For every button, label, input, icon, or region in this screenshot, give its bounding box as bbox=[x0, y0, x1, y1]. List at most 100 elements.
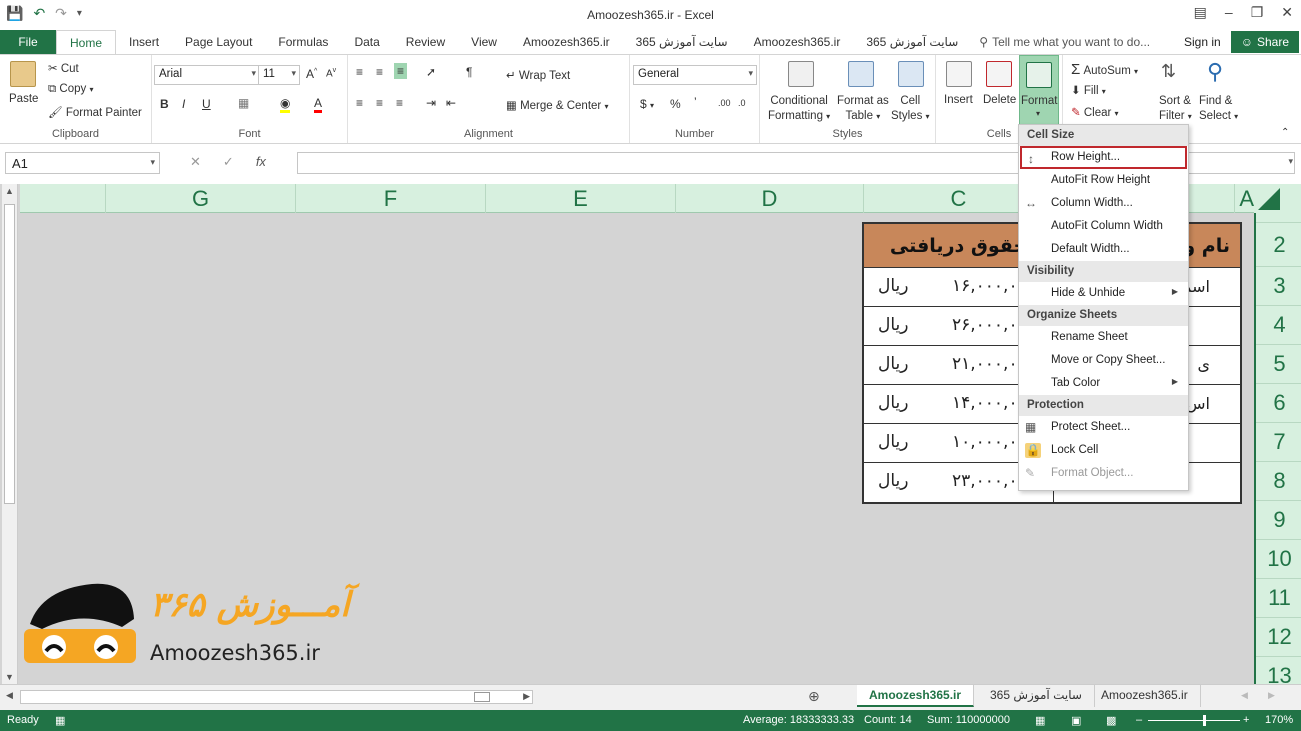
collapse-ribbon-icon[interactable]: ⌃ bbox=[1281, 127, 1289, 138]
menu-item-tab-color[interactable]: Tab Color ▶ bbox=[1019, 372, 1188, 395]
page-break-view-icon[interactable]: ▩ bbox=[1106, 714, 1116, 727]
scroll-down-icon[interactable]: ▼ bbox=[5, 672, 14, 682]
enter-icon[interactable]: ✓ bbox=[223, 154, 234, 170]
tab-custom-1[interactable]: Amoozesh365.ir bbox=[510, 30, 623, 54]
sheet-tab[interactable]: Amoozesh365.ir bbox=[1089, 685, 1201, 707]
menu-item-autofit-column-width[interactable]: AutoFit Column Width bbox=[1019, 215, 1188, 238]
column-header-d[interactable]: D bbox=[675, 184, 863, 213]
align-middle-icon[interactable]: ≡ bbox=[376, 65, 383, 79]
percent-icon[interactable]: % bbox=[670, 97, 681, 111]
fill-color-icon[interactable]: ◉ bbox=[280, 96, 291, 113]
add-sheet-icon[interactable]: ⊕ bbox=[808, 688, 820, 705]
page-layout-view-icon[interactable]: ▣ bbox=[1071, 714, 1081, 727]
tab-formulas[interactable]: Formulas bbox=[265, 30, 341, 54]
tab-custom-2[interactable]: سایت آموزش 365 bbox=[623, 30, 741, 54]
row-header[interactable]: 9 bbox=[1256, 500, 1301, 539]
paste-button[interactable]: Paste bbox=[9, 93, 38, 105]
column-header-a[interactable]: A bbox=[1234, 184, 1254, 213]
tab-insert[interactable]: Insert bbox=[116, 30, 172, 54]
italic-icon[interactable]: I bbox=[182, 97, 185, 111]
row-header[interactable]: 10 bbox=[1256, 539, 1301, 578]
orientation-icon[interactable]: ➚ bbox=[426, 65, 436, 79]
row-header[interactable]: 2 bbox=[1256, 222, 1301, 266]
row-header[interactable]: 11 bbox=[1256, 578, 1301, 617]
row-header[interactable]: 4 bbox=[1256, 305, 1301, 344]
cut-button[interactable]: ✂ Cut bbox=[48, 61, 79, 75]
tab-custom-4[interactable]: سایت آموزش 365 bbox=[853, 30, 971, 54]
sign-in-link[interactable]: Sign in bbox=[1174, 35, 1231, 49]
font-color-icon[interactable]: A bbox=[314, 96, 323, 113]
scroll-thumb[interactable] bbox=[4, 204, 15, 504]
wrap-text-button[interactable]: ↵ Wrap Text bbox=[506, 68, 570, 82]
shrink-font-icon[interactable]: Av bbox=[326, 67, 336, 79]
insert-function-icon[interactable]: fx bbox=[256, 154, 266, 170]
sheet-scroll-left-icon[interactable]: ◀ bbox=[1241, 690, 1248, 701]
font-name-select[interactable]: Arial ▾ bbox=[154, 65, 260, 85]
increase-decimal-icon[interactable]: .00 bbox=[718, 98, 731, 108]
clear-button[interactable]: ✎ Clear ▾ bbox=[1071, 105, 1119, 119]
menu-item-default-width[interactable]: Default Width... bbox=[1019, 238, 1188, 261]
align-left-icon[interactable]: ≡ bbox=[356, 96, 363, 110]
tell-me-box[interactable]: ⚲ Tell me what you want to do... bbox=[971, 35, 1150, 49]
find-select-button[interactable]: Find & Select ▾ bbox=[1199, 94, 1238, 124]
zoom-level[interactable]: 170% bbox=[1265, 714, 1293, 726]
bold-icon[interactable]: B bbox=[160, 97, 169, 111]
paste-icon[interactable] bbox=[10, 61, 36, 87]
tab-review[interactable]: Review bbox=[393, 30, 458, 54]
grow-font-icon[interactable]: A^ bbox=[306, 67, 317, 81]
format-cells-button[interactable]: Format ▾ bbox=[1019, 55, 1059, 125]
sheet-tab[interactable]: سایت آموزش 365 bbox=[978, 685, 1095, 707]
insert-cells-button[interactable]: Insert bbox=[944, 94, 973, 106]
tab-data[interactable]: Data bbox=[341, 30, 392, 54]
menu-item-hide-unhide[interactable]: Hide & Unhide ▶ bbox=[1019, 282, 1188, 305]
copy-button[interactable]: ⧉ Copy ▾ bbox=[48, 83, 94, 96]
scroll-left-icon[interactable]: ◀ bbox=[6, 690, 13, 701]
decrease-decimal-icon[interactable]: .0 bbox=[738, 98, 746, 108]
row-header[interactable]: 13 bbox=[1256, 656, 1301, 684]
column-header-e[interactable]: E bbox=[485, 184, 675, 213]
format-painter-button[interactable]: 🖌 Format Painter bbox=[48, 105, 142, 119]
menu-item-rename-sheet[interactable]: Rename Sheet bbox=[1019, 326, 1188, 349]
name-box[interactable]: A1 ▾ bbox=[5, 152, 160, 174]
select-all-corner[interactable] bbox=[1254, 184, 1301, 213]
fill-button[interactable]: ⬇ Fill ▾ bbox=[1071, 83, 1106, 97]
align-top-icon[interactable]: ≡ bbox=[356, 65, 363, 79]
column-header-g[interactable]: G bbox=[105, 184, 295, 213]
cancel-icon[interactable]: ✕ bbox=[190, 154, 201, 170]
comma-icon[interactable]: ’ bbox=[694, 95, 697, 109]
sheet-scroll-right-icon[interactable]: ▶ bbox=[1268, 690, 1275, 701]
row-header[interactable]: 12 bbox=[1256, 617, 1301, 656]
indent-icon[interactable]: ⇥ bbox=[426, 96, 436, 110]
number-format-select[interactable]: General ▾ bbox=[633, 65, 757, 85]
row-header[interactable]: 5 bbox=[1256, 344, 1301, 383]
normal-view-icon[interactable]: ▦ bbox=[1035, 714, 1045, 727]
restore-icon[interactable]: ❐ bbox=[1251, 4, 1264, 21]
horizontal-scrollbar[interactable]: ▶ bbox=[20, 690, 533, 704]
tab-file[interactable]: File bbox=[0, 30, 56, 54]
outdent-icon[interactable]: ⇤ bbox=[446, 96, 456, 110]
rtl-icon[interactable]: ¶ bbox=[466, 65, 472, 79]
expand-formula-icon[interactable]: ▾ bbox=[1288, 156, 1293, 167]
autosum-button[interactable]: Σ AutoSum ▾ bbox=[1071, 61, 1138, 78]
row-header[interactable]: 8 bbox=[1256, 461, 1301, 500]
minimize-icon[interactable]: – bbox=[1225, 4, 1233, 21]
align-center-icon[interactable]: ≡ bbox=[376, 96, 383, 110]
zoom-in-icon[interactable]: + bbox=[1243, 714, 1249, 726]
currency-icon[interactable]: $ ▾ bbox=[640, 97, 654, 111]
align-bottom-icon[interactable]: ≡ bbox=[394, 63, 408, 79]
row-header[interactable]: 7 bbox=[1256, 422, 1301, 461]
share-button[interactable]: ☺ Share bbox=[1230, 31, 1299, 53]
close-icon[interactable]: ✕ bbox=[1281, 4, 1293, 21]
menu-item-protect-sheet[interactable]: ▦ Protect Sheet... bbox=[1019, 416, 1188, 439]
format-as-table-button[interactable]: Format as Table ▾ bbox=[837, 94, 889, 124]
menu-item-lock-cell[interactable]: 🔒 Lock Cell bbox=[1019, 439, 1188, 462]
scroll-up-icon[interactable]: ▲ bbox=[5, 186, 14, 196]
row-header[interactable]: 3 bbox=[1256, 266, 1301, 305]
hscroll-right-icon[interactable]: ▶ bbox=[523, 691, 530, 702]
sheet-tab-active[interactable]: Amoozesh365.ir bbox=[857, 685, 975, 707]
cell-styles-button[interactable]: Cell Styles ▾ bbox=[891, 94, 930, 124]
macro-record-icon[interactable]: ▦ bbox=[55, 714, 65, 727]
tab-custom-3[interactable]: Amoozesh365.ir bbox=[741, 30, 854, 54]
hscroll-thumb[interactable] bbox=[474, 692, 490, 702]
font-size-select[interactable]: 11 ▾ bbox=[258, 65, 300, 85]
